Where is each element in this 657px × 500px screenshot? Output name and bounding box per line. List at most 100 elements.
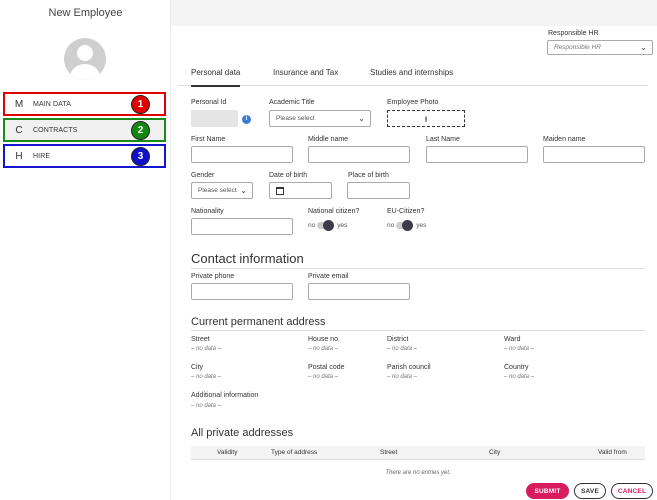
additional-info-label: Additional information	[191, 392, 259, 399]
sidebar-item-letter: H	[15, 150, 23, 162]
academic-title-label: Academic Title	[269, 99, 315, 106]
private-email-label: Private email	[308, 273, 349, 280]
toggle-yes-label: yes	[337, 222, 348, 229]
place-of-birth-field[interactable]	[347, 182, 410, 199]
parish-council-value: – no data –	[387, 374, 418, 380]
last-name-label: Last Name	[426, 136, 460, 143]
ward-value: – no data –	[504, 346, 535, 352]
eu-citizen-label: EU-Citizen?	[387, 208, 425, 215]
sidebar-item-label: HIRE	[33, 152, 51, 160]
maiden-name-label: Maiden name	[543, 136, 586, 143]
table-header: Validity Type of address Street City Val…	[191, 446, 645, 460]
address-section-title: Current permanent address	[191, 316, 326, 328]
save-button[interactable]: SAVE	[574, 483, 606, 499]
academic-title-select[interactable]: Please select ⌄	[269, 110, 371, 127]
column-header-street[interactable]: Street	[380, 449, 397, 456]
contact-section-title: Contact information	[191, 251, 304, 266]
house-no-label: House no.	[308, 336, 340, 343]
first-name-field[interactable]	[191, 146, 293, 163]
national-citizen-label: National citizen?	[308, 208, 360, 215]
postal-code-value: – no data –	[308, 374, 339, 380]
city-label: City	[191, 364, 204, 371]
step-badge: 1	[131, 95, 150, 114]
district-label: District	[387, 336, 409, 343]
eu-citizen-toggle[interactable]: no yes	[387, 220, 427, 231]
sidebar-item-letter: C	[15, 124, 23, 136]
column-header-validity[interactable]: Validity	[217, 449, 237, 456]
date-of-birth-field[interactable]	[269, 182, 332, 199]
toggle-no-label: no	[387, 222, 395, 229]
country-label: Country	[504, 364, 529, 371]
divider	[191, 330, 645, 331]
parish-council-label: Parish council	[387, 364, 431, 371]
nationality-label: Nationality	[191, 208, 224, 215]
ward-label: Ward	[504, 336, 521, 343]
chevron-down-icon: ⌄	[358, 114, 365, 123]
responsible-hr-label: Responsible HR	[548, 30, 599, 37]
personal-id-label: Personal Id	[191, 99, 227, 106]
gender-label: Gender	[191, 172, 215, 179]
private-email-field[interactable]	[308, 283, 410, 300]
sidebar: New Employee M MAIN DATA 1 C CONTRACTS 2…	[0, 0, 171, 500]
toggle-knob	[323, 220, 335, 231]
city-value: – no data –	[191, 374, 222, 380]
sidebar-item-label: CONTRACTS	[33, 126, 78, 134]
private-phone-field[interactable]	[191, 283, 293, 300]
private-addresses-title: All private addresses	[191, 427, 294, 439]
toggle-yes-label: yes	[416, 222, 427, 229]
national-citizen-toggle[interactable]: no yes	[308, 220, 348, 231]
tab-studies-and-internships[interactable]: Studies and internships	[370, 68, 453, 77]
toggle-track	[396, 220, 414, 231]
tab-bar: Personal data Insurance and Tax Studies …	[178, 62, 648, 87]
toggle-knob	[402, 220, 414, 231]
chevron-down-icon: ⌄	[240, 186, 247, 195]
additional-info-value: – no data –	[191, 403, 222, 409]
district-value: – no data –	[387, 346, 418, 352]
employee-photo-label: Employee Photo	[387, 99, 439, 106]
sidebar-title: New Employee	[48, 7, 123, 19]
step-badge: 2	[131, 121, 150, 140]
middle-name-field[interactable]	[308, 146, 410, 163]
sidebar-item-main-data[interactable]: M MAIN DATA 1	[3, 92, 166, 116]
info-icon[interactable]: i	[242, 115, 251, 124]
responsible-hr-select[interactable]: Responsible HR ⌄	[547, 40, 653, 55]
responsible-hr-placeholder: Responsible HR	[554, 44, 601, 51]
house-no-value: – no data –	[308, 346, 339, 352]
tab-personal-data[interactable]: Personal data	[191, 68, 241, 87]
cancel-button[interactable]: CANCEL	[611, 483, 653, 499]
first-name-label: First Name	[191, 136, 226, 143]
upload-icon: ⭱	[424, 115, 428, 124]
empty-table-message: There are no entries yet.	[385, 470, 451, 476]
divider	[191, 268, 645, 269]
sidebar-item-hire[interactable]: H HIRE 3	[3, 144, 166, 168]
tab-insurance-and-tax[interactable]: Insurance and Tax	[273, 68, 338, 77]
column-header-city[interactable]: City	[489, 449, 500, 456]
personal-id-field	[191, 110, 238, 127]
toggle-no-label: no	[308, 222, 316, 229]
column-header-valid-from[interactable]: Valid from	[598, 449, 627, 456]
calendar-icon[interactable]	[276, 187, 284, 195]
employee-photo-upload[interactable]: ⭱	[387, 110, 465, 127]
middle-name-label: Middle name	[308, 136, 349, 143]
sidebar-item-contracts[interactable]: C CONTRACTS 2	[3, 118, 166, 142]
postal-code-label: Postal code	[308, 364, 345, 371]
sidebar-item-letter: M	[14, 98, 24, 110]
avatar-head-shape	[77, 45, 93, 61]
nationality-field[interactable]	[191, 218, 293, 235]
street-label: Street	[191, 336, 210, 343]
gender-value: Please select	[198, 187, 237, 194]
street-value: – no data –	[191, 346, 222, 352]
column-header-type[interactable]: Type of address	[271, 449, 317, 456]
avatar	[64, 38, 106, 80]
top-bar	[171, 0, 657, 26]
academic-title-value: Please select	[276, 115, 315, 122]
toggle-track	[317, 220, 335, 231]
gender-select[interactable]: Please select ⌄	[191, 182, 253, 199]
chevron-down-icon: ⌄	[640, 43, 647, 52]
submit-button[interactable]: SUBMIT	[526, 483, 569, 499]
last-name-field[interactable]	[426, 146, 528, 163]
country-value: – no data –	[504, 374, 535, 380]
maiden-name-field[interactable]	[543, 146, 645, 163]
avatar-body-shape	[70, 64, 100, 80]
sidebar-item-label: MAIN DATA	[33, 100, 71, 108]
